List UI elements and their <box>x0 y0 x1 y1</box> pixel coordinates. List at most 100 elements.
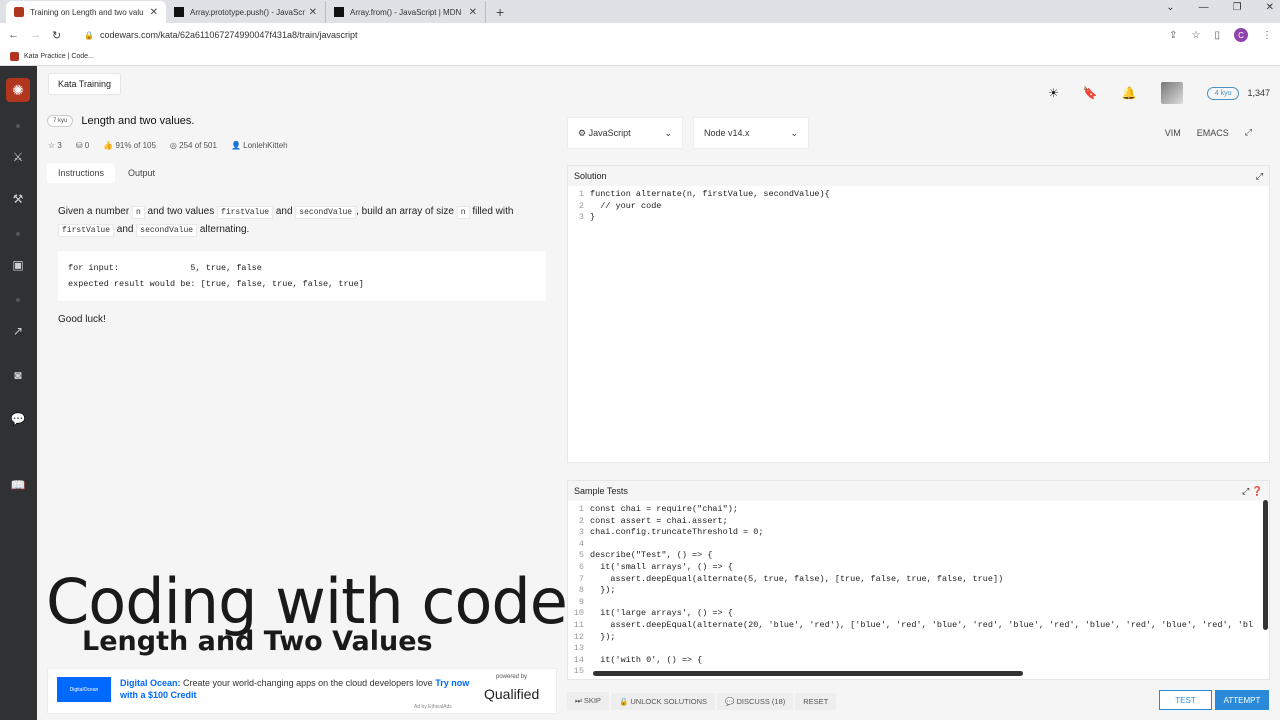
line-number: 10 <box>573 608 584 619</box>
practice-icon[interactable]: ⚒ <box>9 192 27 206</box>
code-line: 3 chai.config.truncateThreshold = 0; <box>568 527 1269 539</box>
docs-icon[interactable]: 📖 <box>9 478 27 492</box>
line-number: 6 <box>578 561 584 572</box>
sample-tests-label: Sample Tests <box>574 486 628 496</box>
ethical-ad[interactable]: DigitalOcean Digital Ocean: Create your … <box>47 668 557 714</box>
line-number: 3 <box>578 212 584 223</box>
user-icon: 👤 <box>230 141 244 150</box>
reload-icon[interactable]: ↻ <box>52 29 74 42</box>
browser-tab-mdn-push[interactable]: Array.prototype.push() - JavaScri ✕ <box>166 1 326 23</box>
tab-output[interactable]: Output <box>117 163 166 183</box>
restore-icon[interactable]: ❐ <box>1233 2 1242 13</box>
notifications-bell-icon[interactable]: 🔔 <box>1122 86 1137 100</box>
chat-icon[interactable]: 💬 <box>9 412 27 426</box>
code-line: 12 }); <box>568 632 1269 644</box>
bookmarks-icon[interactable]: 🔖 <box>1083 86 1098 100</box>
url-field[interactable]: 🔒 codewars.com/kata/62a611067274990047f43… <box>84 30 1169 40</box>
browser-tab-mdn-from[interactable]: Array.from() - JavaScript | MDN ✕ <box>326 1 486 23</box>
user-honor: 1,347 <box>1247 88 1270 98</box>
line-code: const chai = require("chai"); <box>590 504 738 514</box>
vim-mode-button[interactable]: VIM <box>1165 128 1181 138</box>
tests-editor[interactable]: 1 const chai = require("chai"); 2 const ass… <box>568 501 1269 678</box>
bookmark-star-icon[interactable]: ☆ <box>1192 30 1201 41</box>
reset-button[interactable]: RESET <box>795 692 837 710</box>
training-icon[interactable]: ⚔ <box>9 150 27 164</box>
profile-avatar[interactable]: C <box>1234 28 1248 42</box>
help-icon[interactable]: ❓ <box>1252 486 1263 496</box>
line-number: 1 <box>578 189 584 199</box>
share-icon[interactable]: ⇪ <box>1169 30 1177 41</box>
runtime-select[interactable]: Node v14.x ⌄ <box>693 117 809 149</box>
close-tab-icon[interactable]: ✕ <box>469 7 477 18</box>
menu-icon[interactable]: ⋮ <box>1262 30 1272 41</box>
attempt-button[interactable]: ATTEMPT <box>1215 690 1269 710</box>
language-select[interactable]: ⚙ JavaScript ⌄ <box>567 117 683 149</box>
code-line: 11 assert.deepEqual(alternate(20, 'blue'… <box>568 620 1269 632</box>
forward-icon[interactable]: → <box>30 29 52 41</box>
close-window-icon[interactable]: ✕ <box>1266 2 1274 13</box>
collections-stat[interactable]: ⛁ 0 <box>76 141 89 150</box>
tab-instructions[interactable]: Instructions <box>47 163 116 183</box>
line-code: }); <box>590 585 616 596</box>
leaderboards-icon[interactable]: ↗ <box>9 324 27 338</box>
author-link[interactable]: 👤 LonlehKitteh <box>231 141 288 150</box>
description-paragraph: Given a number n and two values firstVal… <box>58 206 514 237</box>
line-number: 8 <box>578 585 584 596</box>
code-line: 8 }); <box>568 585 1269 597</box>
sidebar-dot <box>16 298 20 302</box>
browser-tab-bar: Training on Length and two valu ✕ Array.… <box>0 0 1280 23</box>
line-number: 13 <box>573 643 584 654</box>
code-line: 13 <box>568 643 1269 655</box>
line-code: chai.config.truncateThreshold = 0; <box>590 527 764 538</box>
stars-stat[interactable]: ☆ 3 <box>48 141 62 150</box>
emacs-mode-button[interactable]: EMACS <box>1197 128 1229 138</box>
js-icon: ⚙ <box>578 127 589 138</box>
line-code: }); <box>590 631 616 642</box>
expand-icon[interactable]: ⤢ <box>1256 171 1263 182</box>
code-line: 5 describe("Test", () => { <box>568 550 1269 562</box>
video-overlay-subtitle: Length and Two Values <box>82 626 433 657</box>
discord-icon[interactable]: ◙ <box>9 368 27 382</box>
tab-title: Array.from() - JavaScript | MDN <box>350 7 462 17</box>
browser-tab-codewars[interactable]: Training on Length and two valu ✕ <box>6 1 166 23</box>
new-tab-icon[interactable]: + <box>486 4 514 23</box>
theme-toggle-icon[interactable]: ☀ <box>1048 86 1059 100</box>
codewars-topbar: Kata Training ☀ 🔖 🔔 4 kyu 1,347 <box>37 66 1280 110</box>
skip-button[interactable]: ⏭ SKIP <box>567 692 609 710</box>
code-line: 1 function alternate(n, firstValue, secon… <box>568 189 1269 201</box>
discuss-button[interactable]: 💬 DISCUSS (18) <box>717 692 794 710</box>
fullscreen-icon[interactable]: ⤢ <box>1245 127 1252 138</box>
vertical-scrollbar[interactable] <box>1263 500 1268 630</box>
line-number: 14 <box>573 654 584 665</box>
completed-stat: ◎ 254 of 501 <box>169 141 217 150</box>
line-code: const assert = chai.assert; <box>590 515 728 526</box>
code-line: 2 const assert = chai.assert; <box>568 516 1269 528</box>
line-code: it('with 0', () => { <box>590 654 703 665</box>
mdn-favicon-icon <box>174 7 184 17</box>
jobs-icon[interactable]: ▣ <box>9 258 27 272</box>
code-line: 3} <box>568 212 1269 224</box>
line-number: 3 <box>578 527 584 538</box>
tab-search-icon[interactable]: ⌄ <box>1166 2 1174 13</box>
close-tab-icon[interactable]: ✕ <box>150 7 158 18</box>
tab-title: Training on Length and two valu <box>30 7 144 17</box>
solution-panel: Solution ⤢ 1 function alternate(n, firstVa… <box>567 165 1270 463</box>
kata-title: Length and two values. <box>81 115 195 127</box>
codewars-logo-icon[interactable]: ✺ <box>6 78 30 102</box>
unlock-solutions-button[interactable]: 🔒 UNLOCK SOLUTIONS <box>610 692 716 710</box>
side-panel-icon[interactable]: ▯ <box>1214 30 1220 41</box>
solution-editor[interactable]: 1 function alternate(n, firstValue, secon… <box>568 186 1269 224</box>
user-avatar[interactable] <box>1160 82 1183 104</box>
chevron-down-icon: ⌄ <box>790 127 798 138</box>
ad-text: Digital Ocean: Create your world-changin… <box>120 678 470 700</box>
expand-icon[interactable]: ⤢ <box>1242 486 1249 496</box>
line-code: it('small arrays', () => { <box>590 561 733 572</box>
bookmark-kata-practice[interactable]: Kata Practice | Code... <box>24 53 94 60</box>
horizontal-scrollbar[interactable] <box>593 671 1023 676</box>
kata-training-label: Kata Training <box>48 73 122 95</box>
close-tab-icon[interactable]: ✕ <box>309 7 317 18</box>
line-number: 11 <box>573 619 584 630</box>
minimize-icon[interactable]: — <box>1199 2 1209 13</box>
test-button[interactable]: TEST <box>1159 690 1212 710</box>
back-icon[interactable]: ← <box>8 29 30 41</box>
